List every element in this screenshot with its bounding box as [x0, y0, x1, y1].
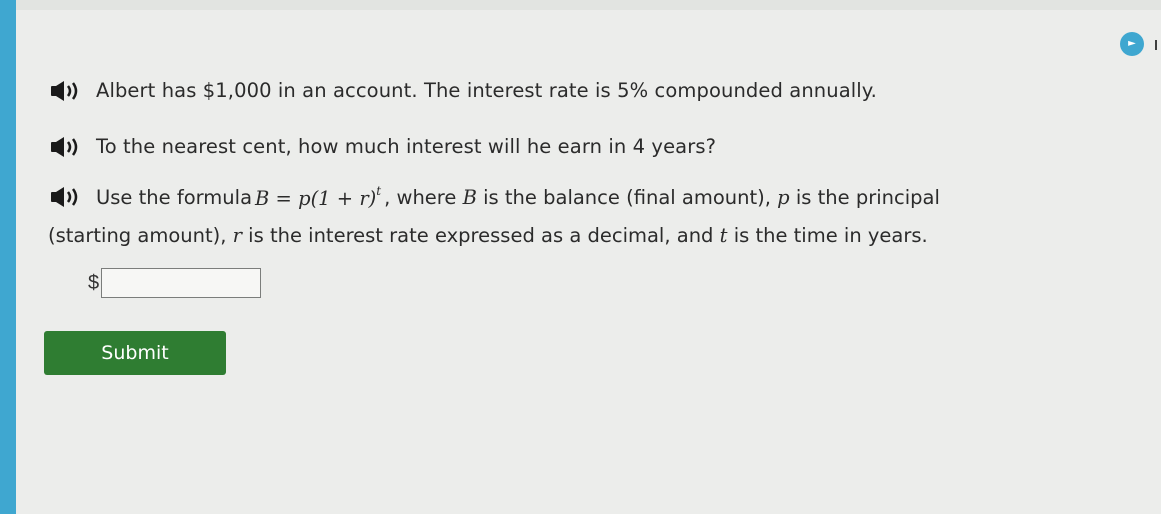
currency-symbol: $	[88, 271, 100, 294]
help-circle-icon[interactable]: ►	[1120, 32, 1144, 56]
speaker-icon[interactable]	[48, 186, 96, 208]
question-text-2: To the nearest cent, how much interest w…	[96, 135, 717, 158]
var-p: p	[777, 185, 790, 209]
var-b: B	[462, 185, 477, 209]
question-line-1: Albert has $1,000 in an account. The int…	[48, 79, 877, 102]
rate-desc: is the interest rate expressed as a deci…	[248, 224, 714, 247]
corner-divider	[1155, 40, 1157, 50]
submit-button[interactable]: Submit	[44, 331, 226, 375]
formula-where: , where	[384, 185, 457, 209]
answer-input[interactable]	[101, 268, 262, 298]
question-text-1: Albert has $1,000 in an account. The int…	[96, 79, 877, 102]
speaker-icon[interactable]	[48, 136, 96, 158]
time-desc: is the time in years.	[733, 224, 928, 247]
question-line-4: (starting amount), r is the interest rat…	[48, 224, 928, 247]
var-t: t	[719, 224, 728, 247]
formula: B = p(1 + r)t	[255, 184, 381, 210]
speaker-icon[interactable]	[48, 80, 96, 102]
answer-row: $	[88, 268, 262, 298]
balance-desc: is the balance (final amount),	[483, 185, 771, 209]
formula-main: B = p(1 + r)	[255, 187, 377, 210]
principal-desc: is the principal	[795, 185, 940, 209]
top-bar	[16, 0, 1161, 10]
question-line-2: To the nearest cent, how much interest w…	[48, 135, 716, 158]
question-line-3: Use the formula B = p(1 + r)t , where B …	[48, 184, 940, 210]
var-r: r	[232, 224, 242, 247]
formula-exponent: t	[376, 184, 382, 198]
starting-amount-desc: (starting amount),	[48, 224, 227, 247]
formula-intro: Use the formula	[96, 185, 253, 209]
left-accent-strip	[0, 0, 16, 514]
